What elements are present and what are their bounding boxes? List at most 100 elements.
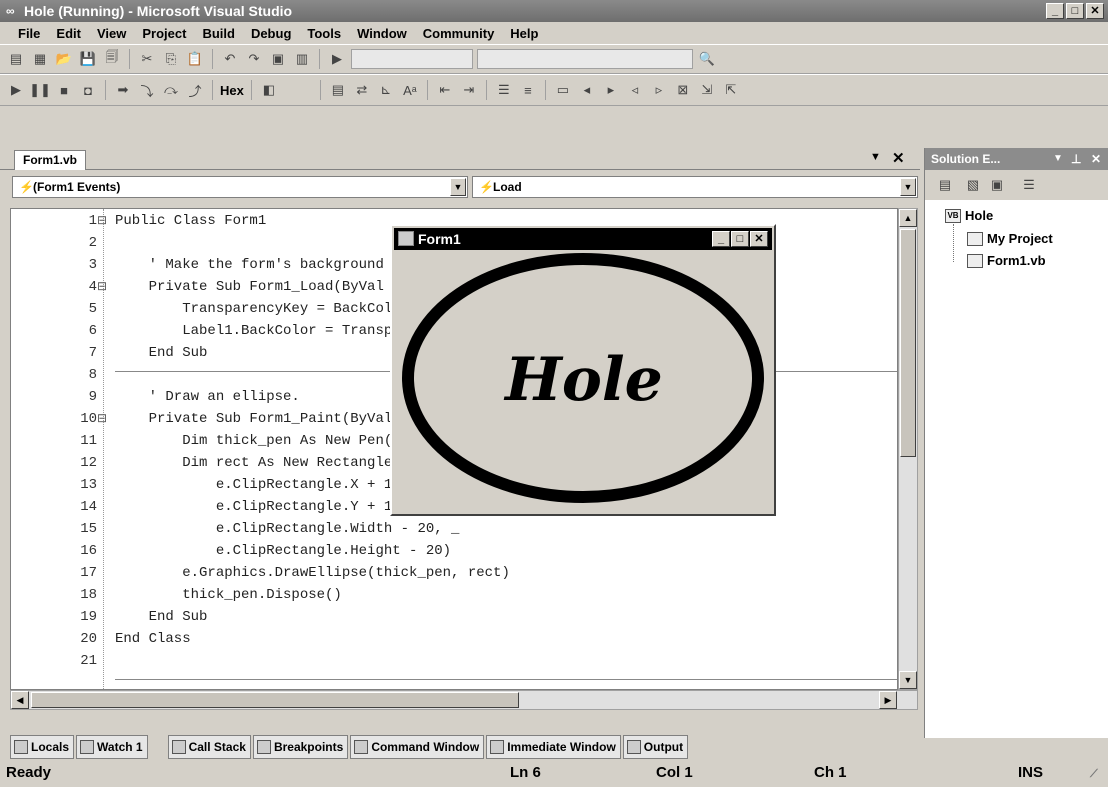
paste-icon[interactable]: 📋 — [185, 49, 205, 69]
menu-file[interactable]: File — [10, 26, 48, 41]
new-project-icon[interactable]: ▤ — [6, 49, 26, 69]
parameter-info-icon[interactable]: ⇄ — [352, 80, 372, 100]
show-next-statement-icon[interactable]: ➡ — [113, 80, 133, 100]
chevron-down-icon[interactable]: ▼ — [1053, 148, 1063, 170]
scroll-right-icon[interactable]: ▶ — [879, 691, 897, 709]
call-stack-icon — [171, 740, 186, 754]
form-minimize-button[interactable]: _ — [712, 231, 730, 247]
breakpoints-window-icon[interactable]: ◧ — [259, 80, 279, 100]
scroll-left-icon[interactable]: ◀ — [11, 691, 29, 709]
menu-debug[interactable]: Debug — [243, 26, 299, 41]
undo-icon[interactable]: ↶ — [220, 49, 240, 69]
tab-watch-1[interactable]: Watch 1 — [76, 735, 148, 759]
cut-icon[interactable]: ✂ — [137, 49, 157, 69]
line-number: 15 — [80, 521, 97, 537]
editor-horizontal-scrollbar[interactable]: ◀ ▶ — [10, 690, 918, 710]
next-bookmark-doc-icon[interactable]: ⇲ — [697, 80, 717, 100]
scroll-thumb[interactable] — [31, 692, 519, 708]
collapse-icon[interactable]: ⊟ — [97, 279, 107, 294]
close-icon[interactable]: ✕ — [1091, 148, 1101, 170]
step-over-icon[interactable]: ⤼ — [161, 80, 181, 100]
hex-toggle[interactable]: Hex — [220, 83, 244, 98]
menu-tools[interactable]: Tools — [299, 26, 349, 41]
clear-bookmarks-icon[interactable]: ⊠ — [673, 80, 693, 100]
next-bookmark-folder-icon[interactable]: ▹ — [649, 80, 669, 100]
restart-icon[interactable]: ◘ — [78, 80, 98, 100]
chevron-down-icon[interactable]: ▼ — [450, 178, 466, 196]
next-bookmark-icon[interactable]: ▸ — [601, 80, 621, 100]
resize-grip-icon[interactable]: ⟋ — [1090, 768, 1098, 781]
configuration-combo[interactable] — [351, 49, 473, 69]
tree-item-my-project[interactable]: My Project — [967, 231, 1053, 246]
tab-dropdown-icon[interactable]: ▼ — [870, 151, 881, 163]
find-combo[interactable] — [477, 49, 693, 69]
view-code-icon[interactable]: ☰ — [1019, 175, 1039, 195]
tab-output[interactable]: Output — [622, 735, 689, 759]
menu-help[interactable]: Help — [502, 26, 546, 41]
scroll-down-icon[interactable]: ▼ — [899, 671, 917, 689]
menu-view[interactable]: View — [89, 26, 134, 41]
copy-icon[interactable]: ⎘ — [161, 49, 181, 69]
step-out-icon[interactable]: ⤴ — [185, 80, 205, 100]
object-combo[interactable]: ⚡ (Form1 Events) ▼ — [12, 176, 468, 198]
word-completion-icon[interactable]: Aᵃ — [400, 80, 420, 100]
form-maximize-button[interactable]: □ — [731, 231, 749, 247]
close-button[interactable]: ✕ — [1086, 3, 1104, 19]
maximize-button[interactable]: □ — [1066, 3, 1084, 19]
complete-word-icon[interactable]: ▤ — [328, 80, 348, 100]
tab-locals[interactable]: Locals — [10, 735, 75, 759]
refresh-icon[interactable]: ▣ — [987, 175, 1007, 195]
event-combo[interactable]: ⚡ Load ▼ — [472, 176, 918, 198]
menu-edit[interactable]: Edit — [48, 26, 89, 41]
editor-vertical-scrollbar[interactable]: ▲ ▼ — [898, 208, 918, 690]
toggle-bookmark-icon[interactable]: ▭ — [553, 80, 573, 100]
properties-icon[interactable]: ▤ — [935, 175, 955, 195]
form-titlebar[interactable]: Form1 _ □ ✕ — [394, 228, 772, 250]
running-form-window[interactable]: Form1 _ □ ✕ Hole — [390, 224, 776, 516]
collapse-icon[interactable]: ⊟ — [97, 213, 107, 228]
line-number: 8 — [88, 367, 97, 383]
step-into-icon[interactable]: ⤵ — [137, 80, 157, 100]
break-all-icon[interactable]: ❚❚ — [29, 80, 51, 100]
scroll-up-icon[interactable]: ▲ — [899, 209, 917, 227]
menu-window[interactable]: Window — [349, 26, 415, 41]
menu-community[interactable]: Community — [415, 26, 503, 41]
menu-build[interactable]: Build — [194, 26, 243, 41]
scroll-thumb[interactable] — [900, 229, 916, 457]
increase-indent-icon[interactable]: ⇥ — [459, 80, 479, 100]
minimize-button[interactable]: _ — [1046, 3, 1064, 19]
save-all-icon[interactable]: 🗐 — [102, 49, 122, 69]
add-item-icon[interactable]: ▦ — [30, 49, 50, 69]
tab-command-window[interactable]: Command Window — [350, 735, 485, 759]
open-file-icon[interactable]: 📂 — [54, 49, 74, 69]
window-icon[interactable]: ▥ — [292, 49, 312, 69]
tree-item-project[interactable]: VB Hole — [945, 208, 993, 223]
prev-bookmark-doc-icon[interactable]: ⇱ — [721, 80, 741, 100]
prev-bookmark-folder-icon[interactable]: ◃ — [625, 80, 645, 100]
continue-icon[interactable]: ▶ — [6, 80, 26, 100]
quick-info-icon[interactable]: ⊾ — [376, 80, 396, 100]
save-icon[interactable]: 💾 — [78, 49, 98, 69]
pin-icon[interactable]: ⊥ — [1071, 148, 1081, 170]
find-in-files-icon[interactable]: 🔍 — [697, 49, 717, 69]
tab-breakpoints[interactable]: Breakpoints — [252, 735, 349, 759]
tab-label: Output — [643, 740, 684, 754]
decrease-indent-icon[interactable]: ⇤ — [435, 80, 455, 100]
close-document-icon[interactable]: ✕ — [892, 149, 905, 167]
tab-call-stack[interactable]: Call Stack — [167, 735, 251, 759]
chevron-down-icon[interactable]: ▼ — [900, 178, 916, 196]
show-all-files-icon[interactable]: ▧ — [963, 175, 983, 195]
uncomment-icon[interactable]: ≡ — [518, 80, 538, 100]
stop-icon[interactable]: ■ — [54, 80, 74, 100]
collapse-icon[interactable]: ⊟ — [97, 411, 107, 426]
redo-icon[interactable]: ↷ — [244, 49, 264, 69]
tab-immediate-window[interactable]: Immediate Window — [486, 735, 621, 759]
comment-icon[interactable]: ☰ — [494, 80, 514, 100]
previous-bookmark-icon[interactable]: ◂ — [577, 80, 597, 100]
tree-item-form1-vb[interactable]: Form1.vb — [967, 253, 1046, 268]
form-close-button[interactable]: ✕ — [750, 231, 768, 247]
navigate-icon[interactable]: ▣ — [268, 49, 288, 69]
start-icon[interactable]: ▶ — [327, 49, 347, 69]
menu-project[interactable]: Project — [134, 26, 194, 41]
tab-form1-vb[interactable]: Form1.vb — [14, 150, 87, 170]
